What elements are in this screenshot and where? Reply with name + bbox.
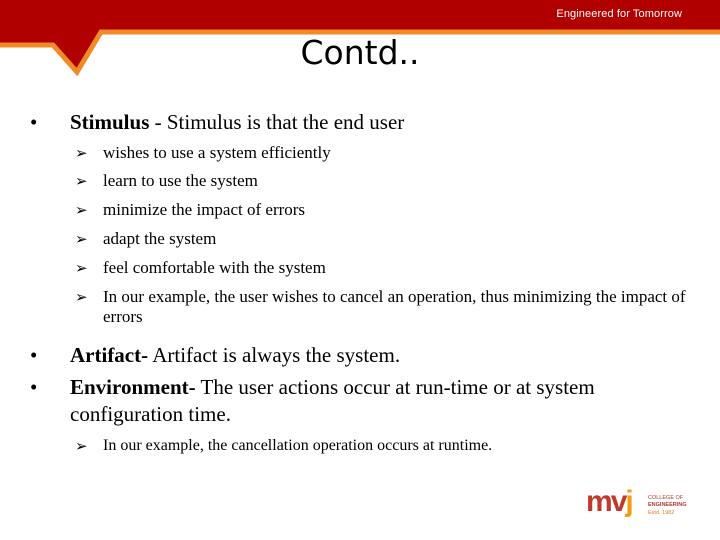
logo-letter-v: v — [610, 485, 628, 518]
logo-line-1: COLLEGE OF — [648, 495, 684, 501]
logo-line-2: ENGINEERING — [648, 502, 687, 508]
brand-tagline: Engineered for Tomorrow — [556, 8, 682, 20]
sub-bullet-text: feel comfortable with the system — [103, 258, 326, 277]
bullet-term: Artifact- — [70, 343, 149, 367]
sub-bullet-text: In our example, the user wishes to cance… — [103, 287, 686, 326]
sub-bullet-text: In our example, the cancellation operati… — [103, 437, 493, 454]
logo-letter-m: m — [586, 485, 613, 518]
slide-title: Contd.. — [0, 33, 720, 72]
logo-letter-j: j — [625, 485, 633, 518]
bullet-term: Stimulus — [70, 110, 150, 134]
college-logo: mvj COLLEGE OF ENGINEERING Estd. 1982 — [580, 485, 700, 525]
arrow-bullet-icon: ➢ — [75, 230, 88, 248]
sub-bullet-text: adapt the system — [103, 229, 217, 248]
arrow-bullet-icon: ➢ — [75, 201, 88, 219]
bullet-icon: • — [30, 110, 38, 134]
arrow-bullet-icon: ➢ — [75, 288, 88, 306]
bullet-icon: • — [30, 375, 38, 399]
bullet-text: Artifact is always the system. — [148, 343, 401, 367]
arrow-bullet-icon: ➢ — [75, 144, 88, 162]
bullet-icon: • — [30, 343, 38, 367]
logo-line-3: Estd. 1982 — [648, 510, 675, 516]
sub-bullet-text: wishes to use a system efficiently — [103, 143, 331, 162]
bullet-term: Environment- — [70, 375, 196, 399]
sub-bullet-text: minimize the impact of errors — [103, 200, 306, 219]
logo-mark: mvj — [586, 485, 634, 519]
sub-bullet-text: learn to use the system — [103, 171, 258, 190]
arrow-bullet-icon: ➢ — [75, 172, 88, 190]
bullet-text: - Stimulus is that the end user — [149, 110, 405, 134]
arrow-bullet-icon: ➢ — [75, 437, 88, 455]
arrow-bullet-icon: ➢ — [75, 259, 88, 277]
slide-title-text: Contd.. — [300, 33, 420, 72]
